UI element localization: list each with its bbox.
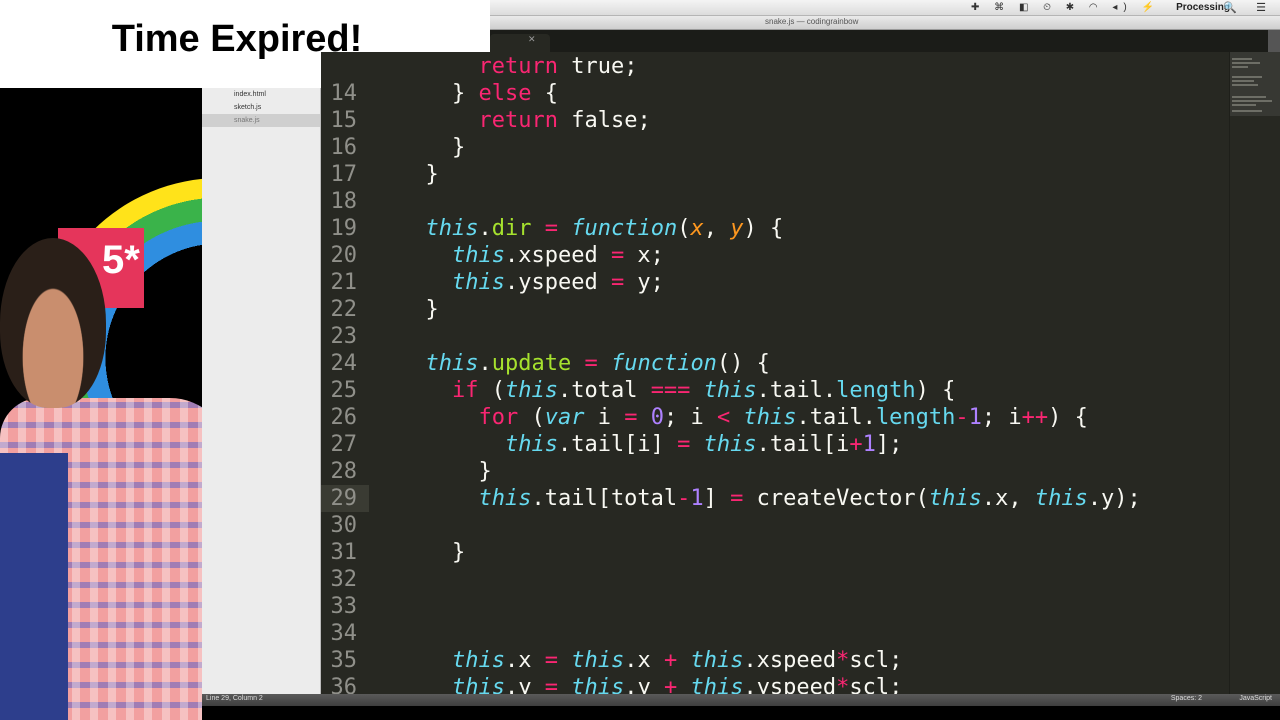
tab-snake-js[interactable] bbox=[490, 34, 550, 52]
minimap[interactable] bbox=[1229, 52, 1280, 694]
line-number: 16 bbox=[330, 135, 358, 160]
tab-close-icon[interactable]: ✕ bbox=[528, 34, 536, 45]
presenter-head bbox=[0, 238, 106, 408]
menubar-tray-icons[interactable]: ✚ ⌘ ◧ ⏲ ✱ ◠ ◂) ⚡ bbox=[971, 2, 1160, 13]
window-title: snake.js — codingrainbow bbox=[765, 17, 859, 26]
line-number: 17 bbox=[330, 162, 358, 187]
code-line[interactable]: 23 bbox=[321, 323, 1229, 350]
code-line[interactable]: 32 bbox=[321, 566, 1229, 593]
code-line[interactable]: 22 } bbox=[321, 296, 1229, 323]
presenter bbox=[0, 238, 202, 720]
code-line[interactable]: 25 if (this.total === this.tail.length) … bbox=[321, 377, 1229, 404]
code-line[interactable]: 34 bbox=[321, 620, 1229, 647]
sidebar-file-index-html[interactable]: index.html bbox=[202, 88, 320, 101]
code-line[interactable]: 24 this.update = function() { bbox=[321, 350, 1229, 377]
line-number: 27 bbox=[330, 432, 358, 457]
line-number: 24 bbox=[330, 351, 358, 376]
macos-menubar: ✚ ⌘ ◧ ⏲ ✱ ◠ ◂) ⚡ Processing 🔍 ☰ bbox=[490, 0, 1280, 16]
code-line[interactable]: 20 this.xspeed = x; bbox=[321, 242, 1229, 269]
code-line[interactable]: 35 this.x = this.x + this.xspeed*scl; bbox=[321, 647, 1229, 674]
menubar-right-icons[interactable]: 🔍 ☰ bbox=[1223, 1, 1274, 14]
code-line[interactable]: 33 bbox=[321, 593, 1229, 620]
status-bar: Line 29, Column 2 Spaces: 2 JavaScript bbox=[202, 694, 1280, 706]
line-number: 20 bbox=[330, 243, 358, 268]
code-line[interactable]: 36 this.y = this.y + this.yspeed*scl; bbox=[321, 674, 1229, 694]
line-number: 15 bbox=[330, 108, 358, 133]
code-line[interactable]: 28 } bbox=[321, 458, 1229, 485]
line-number: 14 bbox=[330, 81, 358, 106]
line-number: 26 bbox=[330, 405, 358, 430]
presenter-tshirt bbox=[0, 453, 68, 720]
code-line[interactable]: 18 bbox=[321, 188, 1229, 215]
code-line[interactable]: 27 this.tail[i] = this.tail[i+1]; bbox=[321, 431, 1229, 458]
code-line[interactable]: 30 bbox=[321, 512, 1229, 539]
code-line[interactable]: 31 } bbox=[321, 539, 1229, 566]
code-line[interactable]: 14 } else { bbox=[321, 80, 1229, 107]
line-number: 36 bbox=[330, 675, 358, 694]
line-number: 18 bbox=[330, 189, 358, 214]
webcam-video: 5* bbox=[0, 88, 202, 720]
line-number: 29 bbox=[330, 486, 358, 511]
code-line[interactable]: return true; bbox=[321, 53, 1229, 80]
window-titlebar[interactable]: snake.js — codingrainbow bbox=[490, 16, 1280, 30]
code-line[interactable]: 26 for (var i = 0; i < this.tail.length-… bbox=[321, 404, 1229, 431]
code-line[interactable]: 29 this.tail[total-1] = createVector(thi… bbox=[321, 485, 1229, 512]
tab-strip: ✕ bbox=[490, 30, 1280, 52]
code-editor[interactable]: return true; 14 } else {15 return false; 1… bbox=[321, 52, 1229, 694]
code-line[interactable]: 19 this.dir = function(x, y) { bbox=[321, 215, 1229, 242]
line-number: 25 bbox=[330, 378, 358, 403]
line-number: 23 bbox=[330, 324, 358, 349]
status-syntax[interactable]: JavaScript bbox=[1239, 695, 1272, 702]
tab-scroll-handle[interactable] bbox=[1268, 30, 1280, 52]
line-number: 31 bbox=[330, 540, 358, 565]
sidebar-file-snake-js[interactable]: snake.js bbox=[202, 114, 320, 127]
sidebar-file-sketch-js[interactable]: sketch.js bbox=[202, 101, 320, 114]
line-number: 33 bbox=[330, 594, 358, 619]
line-number: 19 bbox=[330, 216, 358, 241]
line-number: 22 bbox=[330, 297, 358, 322]
menubar-app-name[interactable]: Processing bbox=[1176, 2, 1230, 13]
line-number: 28 bbox=[330, 459, 358, 484]
line-number: 34 bbox=[330, 621, 358, 646]
status-indentation[interactable]: Spaces: 2 bbox=[1171, 695, 1202, 702]
code-line[interactable]: 21 this.yspeed = y; bbox=[321, 269, 1229, 296]
line-number: 32 bbox=[330, 567, 358, 592]
code-line[interactable]: 16 } bbox=[321, 134, 1229, 161]
file-sidebar: index.html sketch.js snake.js bbox=[202, 88, 321, 694]
line-number: 30 bbox=[330, 513, 358, 538]
status-cursor-position: Line 29, Column 2 bbox=[206, 695, 263, 702]
code-line[interactable]: 17 } bbox=[321, 161, 1229, 188]
code-line[interactable]: 15 return false; bbox=[321, 107, 1229, 134]
line-number: 35 bbox=[330, 648, 358, 673]
line-number: 21 bbox=[330, 270, 358, 295]
